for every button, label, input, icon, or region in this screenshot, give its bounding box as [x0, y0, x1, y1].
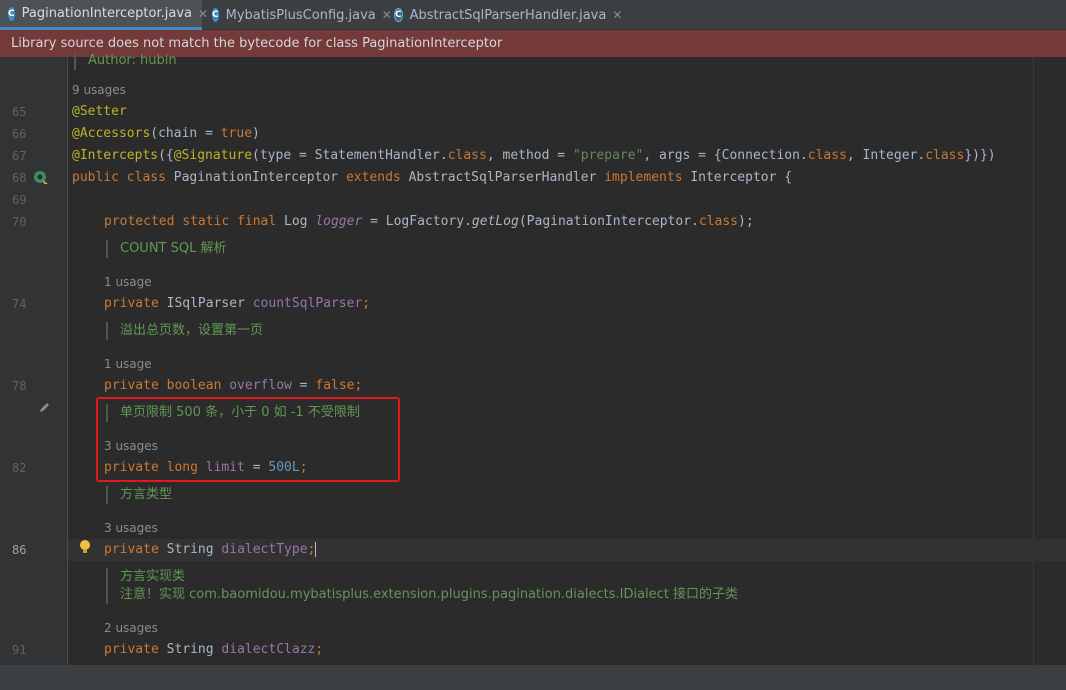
code-line-74: private ISqlParser countSqlParser;	[104, 296, 371, 311]
line-number: 86	[12, 543, 27, 557]
code-line-91: private String dialectClazz;	[104, 642, 324, 657]
line-number: 67	[12, 149, 27, 163]
field-doc-comment: 方言类型	[106, 486, 172, 504]
usage-hint[interactable]: 3 usages	[104, 521, 158, 535]
line-number: 74	[12, 297, 27, 311]
code-line-68: public class PaginationInterceptor exten…	[72, 170, 793, 185]
code-line-78: private boolean overflow = false;	[104, 378, 363, 393]
doc-author: Author: hubin	[88, 53, 177, 68]
tab-label: PaginationInterceptor.java	[21, 6, 192, 21]
field-doc-comment: 方言实现类 注意！实现 com.baomidou.mybatisplus.ext…	[106, 568, 738, 604]
right-margin-guide	[1033, 57, 1034, 665]
line-number: 82	[12, 461, 27, 475]
editor-tab-bar: C PaginationInterceptor.java ✕ C Mybatis…	[0, 0, 1066, 30]
code-line-86: private String dialectType;	[104, 542, 317, 557]
line-number: 78	[12, 379, 27, 393]
line-number: 68	[12, 171, 27, 185]
code-line-65: @Setter	[72, 104, 127, 119]
code-line-67: @Intercepts({@Signature(type = Statement…	[72, 148, 996, 163]
code-line-70: protected static final Log logger = LogF…	[104, 214, 754, 229]
edit-pencil-icon[interactable]	[38, 401, 51, 414]
usage-hint[interactable]: 1 usage	[104, 357, 152, 371]
text-caret	[315, 542, 317, 557]
abstract-class-icon: C	[394, 8, 403, 22]
tab-pagination-interceptor[interactable]: C PaginationInterceptor.java ✕	[0, 0, 208, 30]
line-number-gutter	[0, 57, 68, 665]
tab-label: MybatisPlusConfig.java	[225, 7, 376, 23]
class-icon: C	[212, 8, 219, 22]
field-doc-comment: 溢出总页数，设置第一页	[106, 322, 263, 340]
line-number: 65	[12, 105, 27, 119]
usage-hint[interactable]: 2 usages	[104, 621, 158, 635]
banner-text: Library source does not match the byteco…	[11, 36, 503, 51]
field-doc-comment: COUNT SQL 解析	[106, 240, 226, 258]
class-icon: C	[8, 6, 15, 21]
tab-abstract-sql-parser-handler[interactable]: C AbstractSqlParserHandler.java ✕	[386, 0, 622, 30]
usage-hint[interactable]: 1 usage	[104, 275, 152, 289]
close-icon[interactable]: ✕	[612, 8, 622, 22]
line-number: 69	[12, 193, 27, 207]
code-line-66: @Accessors(chain = true)	[72, 126, 260, 141]
tab-mybatis-plus-config[interactable]: C MybatisPlusConfig.java ✕	[204, 0, 392, 30]
implements-interface-icon[interactable]	[33, 169, 49, 185]
usage-hint[interactable]: 9 usages	[72, 83, 126, 97]
highlight-annotation-box	[96, 397, 400, 482]
bottom-bar	[0, 665, 1066, 690]
lightbulb-icon[interactable]	[79, 539, 91, 555]
line-number: 91	[12, 643, 27, 657]
class-doc-comment: Author: hubin	[74, 52, 177, 70]
tab-label: AbstractSqlParserHandler.java	[409, 7, 607, 23]
line-number: 66	[12, 127, 27, 141]
line-number: 70	[12, 215, 27, 229]
